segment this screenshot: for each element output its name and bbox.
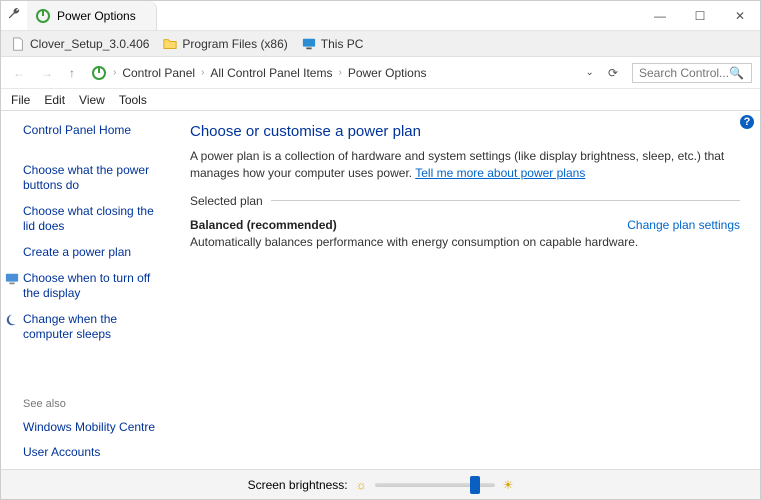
help-button[interactable]: ? [740, 115, 754, 129]
see-also-link[interactable]: Windows Mobility Centre [23, 420, 168, 436]
change-plan-settings-link[interactable]: Change plan settings [627, 218, 740, 232]
power-icon [35, 8, 51, 24]
refresh-button[interactable]: ⟳ [602, 66, 624, 80]
section-label: Selected plan [190, 194, 740, 208]
brightness-slider[interactable] [375, 483, 495, 487]
bookmark-item[interactable]: This PC [302, 37, 364, 51]
wrench-icon [1, 7, 27, 24]
search-box[interactable]: 🔍 [632, 63, 752, 83]
footer: Screen brightness: ☼ ☀ [1, 469, 760, 499]
bookmark-item[interactable]: Clover_Setup_3.0.406 [11, 37, 149, 51]
pc-icon [302, 37, 316, 51]
power-icon [91, 65, 107, 81]
sidebar-link[interactable]: Change when the computer sleeps [23, 312, 168, 343]
browser-tab[interactable]: Power Options [27, 1, 157, 30]
folder-icon [163, 37, 177, 51]
window-controls: — ☐ ✕ [640, 1, 760, 31]
address-bar: ← → ↑ › Control Panel › All Control Pane… [1, 57, 760, 89]
search-input[interactable] [639, 66, 729, 80]
sidebar-link[interactable]: Choose what the power buttons do [23, 163, 168, 194]
back-button[interactable]: ← [9, 64, 29, 82]
menu-edit[interactable]: Edit [44, 93, 65, 107]
forward-button[interactable]: → [37, 64, 57, 82]
moon-icon [5, 313, 19, 327]
slider-thumb[interactable] [470, 476, 480, 494]
main-pane: ? Choose or customise a power plan A pow… [176, 111, 760, 469]
search-icon[interactable]: 🔍 [729, 66, 744, 80]
sidebar-link[interactable]: Choose what closing the lid does [23, 204, 168, 235]
tab-title: Power Options [57, 9, 136, 23]
up-button[interactable]: ↑ [65, 64, 79, 82]
sidebar-link[interactable]: Create a power plan [23, 245, 168, 261]
menubar: File Edit View Tools [1, 89, 760, 111]
breadcrumb-item[interactable]: Control Panel [122, 66, 195, 80]
control-panel-home-link[interactable]: Control Panel Home [23, 123, 168, 139]
see-also-link[interactable]: User Accounts [23, 445, 168, 461]
breadcrumb-item[interactable]: All Control Panel Items [210, 66, 332, 80]
titlebar: Power Options — ☐ ✕ [1, 1, 760, 31]
breadcrumb[interactable]: › Control Panel › All Control Panel Item… [87, 65, 594, 81]
display-icon [5, 272, 19, 286]
sidebar: Control Panel Home Choose what the power… [1, 111, 176, 469]
menu-file[interactable]: File [11, 93, 30, 107]
bookmark-label: Clover_Setup_3.0.406 [30, 37, 149, 51]
bookmark-label: Program Files (x86) [182, 37, 287, 51]
page-description: A power plan is a collection of hardware… [190, 148, 740, 182]
bookmark-item[interactable]: Program Files (x86) [163, 37, 287, 51]
sun-dim-icon: ☼ [356, 478, 367, 492]
breadcrumb-item[interactable]: Power Options [348, 66, 427, 80]
minimize-button[interactable]: — [640, 1, 680, 31]
bookmark-label: This PC [321, 37, 364, 51]
menu-view[interactable]: View [79, 93, 105, 107]
page-heading: Choose or customise a power plan [190, 123, 740, 140]
sun-bright-icon: ☀ [503, 478, 514, 492]
bookmarks-bar: Clover_Setup_3.0.406 Program Files (x86)… [1, 31, 760, 57]
sidebar-link[interactable]: Choose when to turn off the display [23, 271, 168, 302]
close-button[interactable]: ✕ [720, 1, 760, 31]
maximize-button[interactable]: ☐ [680, 1, 720, 31]
menu-tools[interactable]: Tools [119, 93, 147, 107]
brightness-label: Screen brightness: [248, 478, 348, 492]
plan-name: Balanced (recommended) [190, 218, 337, 232]
see-also-label: See also [23, 398, 168, 410]
file-icon [11, 37, 25, 51]
plan-description: Automatically balances performance with … [190, 235, 740, 249]
learn-more-link[interactable]: Tell me more about power plans [415, 166, 585, 180]
